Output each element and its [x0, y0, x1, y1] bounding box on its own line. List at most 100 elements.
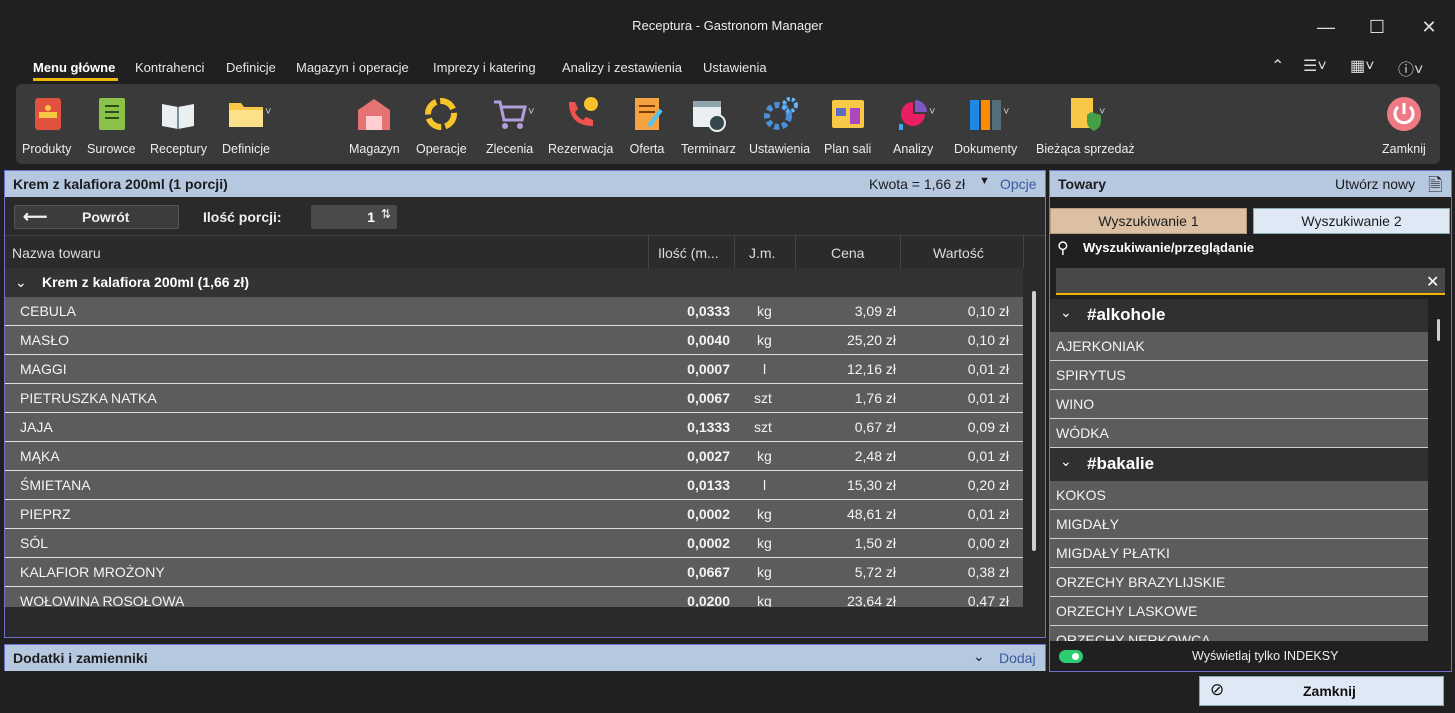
chevron-down-icon[interactable]: ˅ — [929, 106, 935, 118]
list-item[interactable]: ORZECHY NERKOWCA — [1050, 626, 1428, 641]
table-row[interactable]: MASŁO 0,0040 kg 25,20 zł 0,10 zł — [5, 326, 1023, 355]
ribbon-analizy[interactable]: Analizy — [893, 94, 933, 156]
cell-value: 0,38 zł — [967, 564, 1009, 580]
ribbon-ustawienia[interactable]: Ustawienia — [749, 94, 810, 156]
info-icon[interactable]: ⓘ˅ — [1398, 56, 1423, 80]
collapse-ribbon-icon[interactable]: ⌃ — [1271, 56, 1284, 76]
ribbon-terminarz[interactable]: Terminarz — [681, 94, 736, 156]
menu-magazyn[interactable]: Magazyn i operacje — [296, 60, 409, 75]
options-link[interactable]: Opcje — [1000, 176, 1037, 192]
menu-imprezy[interactable]: Imprezy i katering — [433, 60, 536, 75]
ribbon-label: Produkty — [22, 142, 72, 156]
chevron-down-icon[interactable]: ⌄ — [15, 274, 27, 291]
ribbon-biezaca-sprzedaz[interactable]: Bieżąca sprzedaż — [1036, 94, 1135, 156]
menu-definicje[interactable]: Definicje — [226, 60, 276, 75]
phone-icon — [561, 94, 601, 134]
tab-search-1[interactable]: Wyszukiwanie 1 — [1050, 208, 1247, 234]
ribbon-surowce[interactable]: Surowce — [87, 94, 136, 156]
ribbon-zlecenia[interactable]: Zlecenia — [486, 94, 533, 156]
ribbon-oferta[interactable]: Oferta — [627, 94, 667, 156]
list-item[interactable]: MIGDAŁY PŁATKI — [1050, 539, 1428, 568]
cell-price: 3,09 zł — [854, 303, 896, 319]
ribbon-label: Magazyn — [349, 142, 400, 156]
cell-qty: 0,0007 — [687, 361, 730, 377]
list-item[interactable]: AJERKONIAK — [1050, 332, 1428, 361]
close-window-button[interactable]: ✕ — [1406, 12, 1452, 42]
ribbon-dokumenty[interactable]: Dokumenty — [954, 94, 1017, 156]
ribbon-rezerwacja[interactable]: Rezerwacja — [548, 94, 613, 156]
add-link[interactable]: Dodaj — [999, 650, 1036, 666]
list-item[interactable]: SPIRYTUS — [1050, 361, 1428, 390]
table-row[interactable]: WOŁOWINA ROSOŁOWA 0,0200 kg 23,64 zł 0,47 zł — [5, 587, 1023, 607]
cell-value: 0,01 zł — [967, 448, 1009, 464]
create-new-link[interactable]: Utwórz nowy — [1335, 176, 1415, 192]
list-item[interactable]: ORZECHY BRAZYLIJSKIE — [1050, 568, 1428, 597]
ribbon-definicje[interactable]: Definicje — [222, 94, 270, 156]
ribbon-plan-sali[interactable]: Plan sali — [824, 94, 871, 156]
list-item[interactable]: WÓDKA — [1050, 419, 1428, 448]
chevron-down-icon[interactable]: ˅ — [1003, 106, 1009, 118]
products-title: Towary — [1058, 176, 1106, 192]
chevron-down-icon[interactable]: ⌄ — [973, 648, 985, 665]
table-row[interactable]: MĄKA 0,0027 kg 2,48 zł 0,01 zł — [5, 442, 1023, 471]
back-button[interactable]: ⟵ Powrót — [14, 205, 179, 229]
group-label: #bakalie — [1087, 454, 1155, 473]
layout-icon[interactable]: ▦˅ — [1350, 56, 1374, 76]
col-name[interactable]: Nazwa towaru — [12, 245, 101, 261]
table-row[interactable]: KALAFIOR MROŻONY 0,0667 kg 5,72 zł 0,38 zł — [5, 558, 1023, 587]
ribbon-label: Plan sali — [824, 142, 872, 156]
search-input[interactable] — [1056, 268, 1445, 295]
ribbon-receptury[interactable]: Receptury — [150, 94, 207, 156]
list-view-icon[interactable]: ☰˅ — [1303, 56, 1327, 76]
chevron-down-icon[interactable]: ˅ — [265, 106, 271, 118]
menu-kontrahenci[interactable]: Kontrahenci — [135, 60, 204, 75]
table-row[interactable]: MAGGI 0,0007 l 12,16 zł 0,01 zł — [5, 355, 1023, 384]
list-group-header[interactable]: ⌄ #bakalie — [1050, 448, 1428, 481]
clear-search-icon[interactable]: ✕ — [1426, 272, 1439, 292]
vertical-scrollbar[interactable] — [1437, 319, 1440, 341]
col-price[interactable]: Cena — [831, 245, 864, 261]
list-item[interactable]: MIGDAŁY — [1050, 510, 1428, 539]
ribbon-zamknij[interactable]: Zamknij — [1382, 94, 1426, 156]
group-row[interactable]: ⌄ Krem z kalafiora 200ml (1,66 zł) — [5, 268, 1023, 297]
pie-chart-icon — [893, 94, 933, 134]
menu-main[interactable]: Menu główne — [33, 60, 115, 75]
ribbon-operacje[interactable]: Operacje — [416, 94, 467, 156]
cell-name: MASŁO — [20, 332, 70, 348]
menu-ustawienia[interactable]: Ustawienia — [703, 60, 767, 75]
new-document-icon[interactable]: 🗎 — [1428, 173, 1442, 203]
list-item[interactable]: WINO — [1050, 390, 1428, 419]
table-row[interactable]: ŚMIETANA 0,0133 l 15,30 zł 0,20 zł — [5, 471, 1023, 500]
table-row[interactable]: CEBULA 0,0333 kg 3,09 zł 0,10 zł — [5, 297, 1023, 326]
col-value[interactable]: Wartość — [933, 245, 984, 261]
col-unit[interactable]: J.m. — [749, 245, 775, 261]
table-row[interactable]: PIEPRZ 0,0002 kg 48,61 zł 0,01 zł — [5, 500, 1023, 529]
list-group-header[interactable]: ⌄ #alkohole — [1050, 299, 1428, 332]
maximize-button[interactable]: ☐ — [1354, 12, 1400, 42]
ribbon-magazyn[interactable]: Magazyn — [349, 94, 400, 156]
chevron-down-icon[interactable]: ▼ — [979, 175, 990, 187]
ribbon-produkty[interactable]: Produkty — [22, 94, 71, 156]
vertical-scrollbar[interactable] — [1032, 291, 1036, 551]
list-item[interactable]: ORZECHY LASKOWE — [1050, 597, 1428, 626]
stepper-arrows-icon[interactable]: ⇅ — [381, 207, 391, 221]
chevron-down-icon[interactable]: ˅ — [528, 106, 534, 118]
power-icon — [1384, 94, 1424, 134]
col-qty[interactable]: Ilość (m... — [658, 245, 719, 261]
item-label: SPIRYTUS — [1056, 367, 1126, 383]
index-only-toggle[interactable] — [1059, 650, 1083, 663]
ribbon-label: Rezerwacja — [548, 142, 614, 156]
tab-search-2[interactable]: Wyszukiwanie 2 — [1253, 208, 1450, 234]
chevron-down-icon[interactable]: ˅ — [1099, 106, 1105, 118]
table-row[interactable]: PIETRUSZKA NATKA 0,0067 szt 1,76 zł 0,01 zł — [5, 384, 1023, 413]
chevron-down-icon[interactable]: ⌄ — [1060, 304, 1072, 321]
table-row[interactable]: SÓL 0,0002 kg 1,50 zł 0,00 zł — [5, 529, 1023, 558]
portions-stepper[interactable]: 1 ⇅ — [311, 205, 397, 229]
table-row[interactable]: JAJA 0,1333 szt 0,67 zł 0,09 zł — [5, 413, 1023, 442]
column-divider — [1023, 236, 1024, 268]
chevron-down-icon[interactable]: ⌄ — [1060, 453, 1072, 470]
menu-analizy[interactable]: Analizy i zestawienia — [562, 60, 682, 75]
minimize-button[interactable]: — — [1303, 12, 1349, 42]
close-button[interactable]: ⊘ Zamknij — [1199, 676, 1444, 706]
list-item[interactable]: KOKOS — [1050, 481, 1428, 510]
